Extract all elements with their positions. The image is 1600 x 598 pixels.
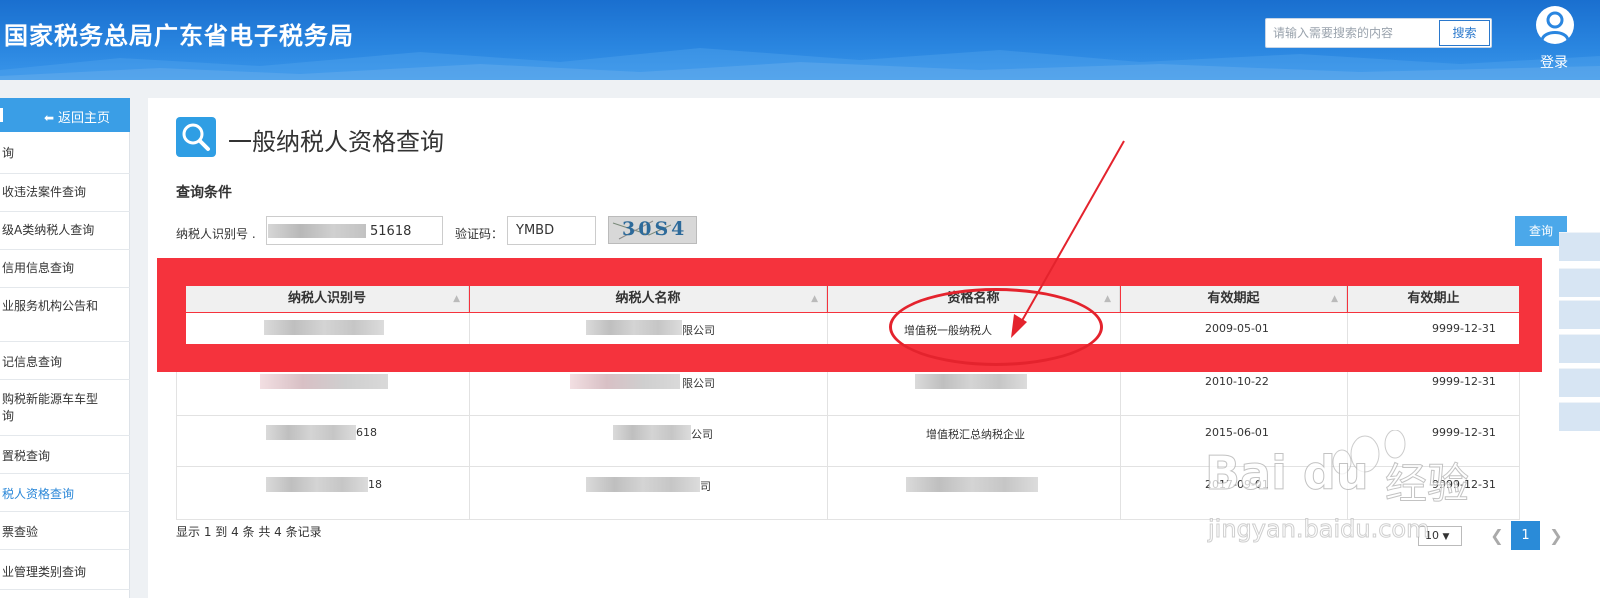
sort-icon[interactable]: ▲︎ — [1104, 286, 1111, 312]
back-arrow-icon: ⬅ — [44, 111, 55, 125]
table-cell-end: 9999-12-31 — [1432, 375, 1496, 388]
name-blur — [586, 320, 682, 335]
captcha-image-text: 30S4 — [622, 218, 688, 240]
sidebar-item-7[interactable]: 置税查询 — [0, 436, 130, 474]
sidebar-header: ⬅ 返回主页 — [0, 98, 130, 132]
col-divider — [1120, 365, 1121, 520]
qualification-blur — [906, 477, 1038, 492]
col-header-taxid[interactable]: 纳税人识别号 ▲︎ — [186, 286, 469, 312]
next-page-button[interactable]: ❯ — [1545, 523, 1567, 549]
sort-icon[interactable]: ▲︎ — [453, 286, 460, 312]
sidebar-item-3[interactable]: 信用信息查询 — [0, 250, 130, 288]
page-title: 一般纳税人资格查询 — [228, 128, 444, 156]
table-cell-end: 9999-12-31 — [1432, 322, 1496, 335]
taxid-blur — [266, 425, 356, 440]
back-home-link[interactable]: ⬅ 返回主页 — [44, 107, 110, 126]
captcha-field[interactable]: YMBD — [507, 216, 596, 245]
col-divider — [827, 365, 828, 520]
col-divider — [827, 313, 828, 344]
taxid-blur — [260, 374, 388, 389]
taxid-label: 纳税人识别号 . — [176, 227, 256, 241]
sidebar-item-label: 购税新能源车车型 询 — [2, 392, 99, 423]
taxid-visible-value[interactable]: 51618 — [370, 224, 411, 239]
sidebar-item-0[interactable]: 询 — [0, 136, 130, 174]
login-label[interactable]: 登录 — [1540, 52, 1568, 72]
table-cell-taxid: 18 — [368, 478, 382, 491]
float-tab-1[interactable] — [1559, 232, 1600, 261]
taxid-blur — [266, 477, 368, 492]
float-tab-5[interactable] — [1559, 368, 1600, 397]
name-blur — [586, 477, 700, 492]
sidebar-item-label: 级A类纳税人查询 — [2, 223, 95, 237]
taxid-blurred-part — [268, 224, 366, 238]
sidebar-item-label: 询 — [2, 146, 15, 160]
float-tab-6[interactable] — [1559, 402, 1600, 431]
table-cell-name: 限公司 — [682, 377, 715, 390]
sidebar-item-label: 业服务机构公告和 — [2, 299, 99, 313]
float-tab-2[interactable] — [1559, 268, 1600, 297]
float-tab-3[interactable] — [1559, 300, 1600, 329]
table-cell-taxid: 618 — [356, 426, 377, 439]
sidebar-item-6[interactable]: 购税新能源车车型 询 — [0, 380, 130, 436]
search-icon — [176, 117, 216, 157]
sidebar-item-8[interactable]: 税人资格查询 — [0, 474, 130, 512]
record-info: 显示 1 到 4 条 共 4 条记录 — [176, 525, 322, 539]
sidebar-item-2[interactable]: 级A类纳税人查询 — [0, 212, 130, 250]
page-1-button[interactable]: 1 — [1511, 521, 1540, 550]
sidebar-item-label: 置税查询 — [2, 449, 51, 463]
float-tab-4[interactable] — [1559, 334, 1600, 363]
sidebar-item-label: 信用信息查询 — [2, 261, 75, 275]
col-divider — [469, 365, 470, 520]
annotation-ellipse — [889, 288, 1103, 366]
watermark-cn: 经验 — [1384, 459, 1470, 509]
col-divider — [469, 313, 470, 344]
section-label: 查询条件 — [176, 185, 232, 201]
col-header-start[interactable]: 有效期起 ▲︎ — [1121, 286, 1347, 312]
table-cell-start: 2010-10-22 — [1205, 375, 1269, 388]
user-icon[interactable] — [1536, 6, 1574, 44]
name-blur — [613, 425, 691, 440]
table-cell-name: 限公司 — [682, 324, 715, 337]
sidebar-item-label: 收违法案件查询 — [2, 185, 87, 199]
col-divider — [1347, 313, 1348, 344]
search-button[interactable]: 搜索 — [1439, 20, 1490, 46]
search-input[interactable] — [1267, 20, 1437, 46]
taxid-blur — [264, 320, 384, 335]
sidebar: ⬅ 返回主页 询 收违法案件查询 级A类纳税人查询 信用信息查询 业服务机构公告和… — [0, 98, 130, 598]
site-title: 国家税务总局广东省电子税务局 — [4, 22, 354, 50]
sort-icon[interactable]: ▲︎ — [811, 286, 818, 312]
table-row-highlighted — [186, 313, 1519, 344]
col-divider — [1120, 313, 1121, 344]
sidebar-item-label: 记信息查询 — [2, 355, 63, 369]
table-cell-name: 司 — [700, 480, 711, 493]
row-divider — [176, 415, 1520, 416]
qualification-blur — [915, 374, 1027, 389]
table-cell-start: 2009-05-01 — [1205, 322, 1269, 335]
sidebar-item-label: 票查验 — [2, 525, 39, 539]
captcha-label: 验证码： — [455, 227, 504, 241]
sidebar-item-label: 业管理类别查询 — [2, 565, 87, 579]
col-header-name[interactable]: 纳税人名称 ▲︎ — [470, 286, 827, 312]
sidebar-header-bar — [0, 108, 3, 122]
sort-icon[interactable]: ▲︎ — [1331, 286, 1338, 312]
sidebar-item-label: 税人资格查询 — [2, 487, 75, 501]
watermark-brand: Bai du — [1205, 446, 1370, 501]
sidebar-item-10[interactable]: 业管理类别查询 — [0, 550, 130, 590]
col-header-end[interactable]: 有效期止 — [1348, 286, 1519, 312]
table-cell-qualification: 增值税汇总纳税企业 — [926, 428, 1025, 441]
back-home-label: 返回主页 — [58, 111, 111, 126]
sidebar-item-9[interactable]: 票查验 — [0, 512, 130, 550]
watermark-url: jingyan.baidu.com — [1207, 515, 1430, 544]
sidebar-item-1[interactable]: 收违法案件查询 — [0, 174, 130, 212]
login-area[interactable]: 登录 — [1536, 6, 1600, 76]
name-blur — [570, 374, 680, 389]
sidebar-item-4[interactable]: 业服务机构公告和 — [0, 288, 130, 342]
sidebar-item-5[interactable]: 记信息查询 — [0, 342, 130, 380]
table-cell-name: 公司 — [691, 428, 713, 441]
